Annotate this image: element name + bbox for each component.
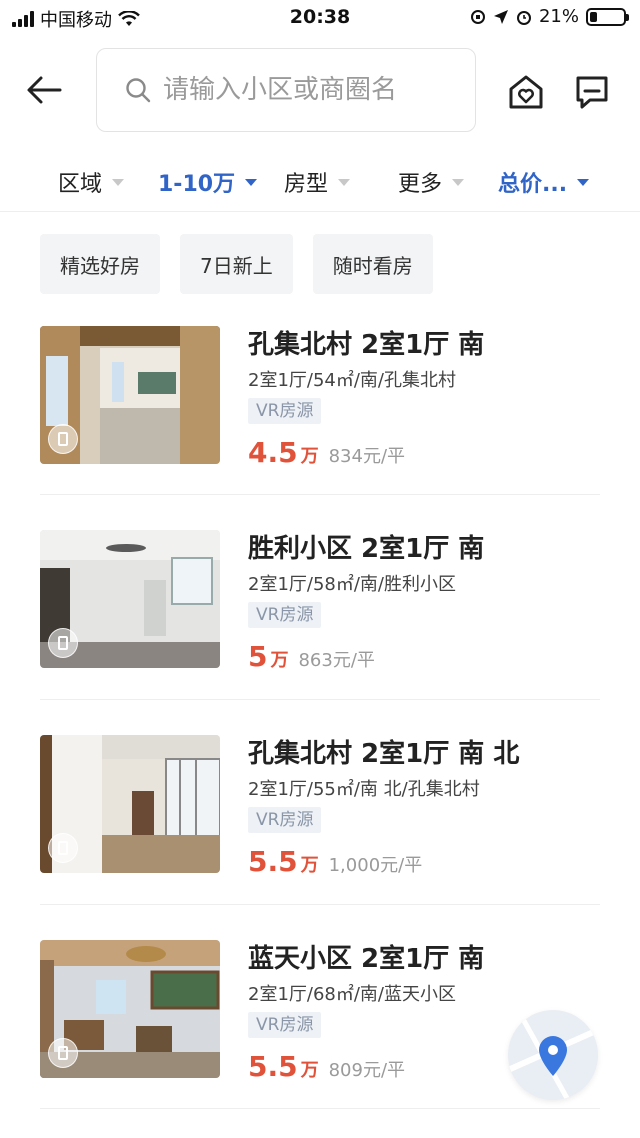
filter-more[interactable]: 更多	[398, 166, 465, 198]
listing-title: 孔集北村 2室1厅 南	[248, 330, 485, 360]
status-bar: 中国移动 20:38 21%	[0, 0, 640, 36]
chevron-down-icon	[245, 178, 258, 186]
listing-card[interactable]: 孔集北村 2室1厅 南 北 2室1厅/55㎡/南 北/孔集北村 VR房源 5.5…	[40, 735, 600, 915]
vr-tag: VR房源	[248, 602, 322, 628]
map-location-button[interactable]	[508, 1010, 598, 1100]
messages-button[interactable]	[570, 70, 614, 114]
battery-icon	[586, 7, 629, 26]
filter-price-range-label: 1-10万	[158, 172, 236, 197]
chevron-down-icon	[112, 178, 125, 186]
house-heart-icon	[509, 75, 543, 109]
filter-more-label: 更多	[398, 172, 443, 197]
listing-price: 5.5 万 1,000元/平	[248, 845, 422, 878]
search-input[interactable]	[163, 75, 463, 105]
listing-card[interactable]: 孔集北村 2室1厅 南 2室1厅/54㎡/南/孔集北村 VR房源 4.5 万 83…	[40, 326, 600, 506]
total-price: 5.5	[248, 845, 298, 878]
listing-desc: 2室1厅/58㎡/南/胜利小区	[248, 574, 457, 595]
total-price: 5	[248, 640, 268, 673]
vr-badge-icon	[48, 833, 78, 863]
divider	[40, 494, 600, 495]
filter-sort-total-price[interactable]: 总价...	[498, 166, 590, 198]
quick-filter-chips: 精选好房 7日新上 随时看房	[40, 234, 433, 294]
map-pin-icon	[508, 1010, 598, 1100]
divider	[40, 699, 600, 700]
unit-price: 1,000元/平	[328, 855, 423, 876]
chevron-down-icon	[452, 178, 465, 186]
divider	[40, 1108, 600, 1109]
search-box[interactable]	[96, 48, 476, 132]
listing-price: 5万 863元/平	[248, 640, 375, 673]
chip-featured[interactable]: 精选好房	[40, 234, 160, 294]
battery-percent: 21%	[538, 6, 579, 27]
filter-price-range[interactable]: 1-10万	[158, 166, 258, 198]
listing-desc: 2室1厅/54㎡/南/孔集北村	[248, 370, 457, 391]
price-unit: 万	[300, 1060, 319, 1081]
listing-photo	[40, 735, 220, 873]
header	[0, 46, 640, 136]
filter-area[interactable]: 区域	[58, 166, 125, 198]
price-unit: 万	[270, 650, 289, 671]
arrow-left-icon	[27, 76, 62, 104]
filter-room-type-label: 房型	[284, 172, 329, 197]
chevron-down-icon	[577, 178, 590, 186]
vr-badge-icon	[48, 1038, 78, 1068]
chevron-down-icon	[338, 178, 351, 186]
vr-tag: VR房源	[248, 1012, 322, 1038]
chip-view-anytime[interactable]: 随时看房	[312, 234, 433, 294]
back-button[interactable]	[22, 68, 66, 112]
filter-bar: 区域 1-10万 房型 更多 总价...	[0, 152, 640, 212]
unit-price: 863元/平	[298, 650, 375, 671]
listing-desc: 2室1厅/68㎡/南/蓝天小区	[248, 984, 457, 1005]
rotation-lock-icon	[470, 9, 485, 24]
listing-price: 4.5 万 834元/平	[248, 436, 405, 469]
listing-photo	[40, 326, 220, 464]
search-icon	[126, 78, 151, 103]
listing-photo	[40, 940, 220, 1078]
alarm-icon	[516, 10, 531, 25]
unit-price: 834元/平	[328, 446, 406, 467]
listing-photo	[40, 530, 220, 668]
chip-new-7-days[interactable]: 7日新上	[180, 234, 293, 294]
filter-room-type[interactable]: 房型	[284, 166, 351, 198]
price-unit: 万	[300, 446, 319, 467]
listing-title: 胜利小区 2室1厅 南	[248, 534, 485, 564]
vr-tag: VR房源	[248, 807, 322, 833]
location-arrow-icon	[493, 9, 508, 24]
listing-title: 孔集北村 2室1厅 南 北	[248, 739, 520, 769]
total-price: 4.5	[248, 436, 298, 469]
chat-icon	[576, 76, 608, 109]
favorites-button[interactable]	[504, 70, 548, 114]
unit-price: 809元/平	[328, 1060, 406, 1081]
listing-card[interactable]: 胜利小区 2室1厅 南 2室1厅/58㎡/南/胜利小区 VR房源 5万 863元…	[40, 530, 600, 710]
filter-sort-label: 总价...	[498, 172, 568, 197]
listing-title: 蓝天小区 2室1厅 南	[248, 944, 485, 974]
total-price: 5.5	[248, 1050, 298, 1083]
vr-tag: VR房源	[248, 398, 322, 424]
listing-price: 5.5 万 809元/平	[248, 1050, 405, 1083]
divider	[40, 904, 600, 905]
vr-badge-icon	[48, 628, 78, 658]
price-unit: 万	[300, 855, 319, 876]
listing-desc: 2室1厅/55㎡/南 北/孔集北村	[248, 779, 480, 800]
vr-badge-icon	[48, 424, 78, 454]
filter-area-label: 区域	[58, 172, 103, 197]
screen: 中国移动 20:38 21% 请输入小区或商圈名 区域 1-10万 房型 更多 …	[0, 0, 640, 1138]
